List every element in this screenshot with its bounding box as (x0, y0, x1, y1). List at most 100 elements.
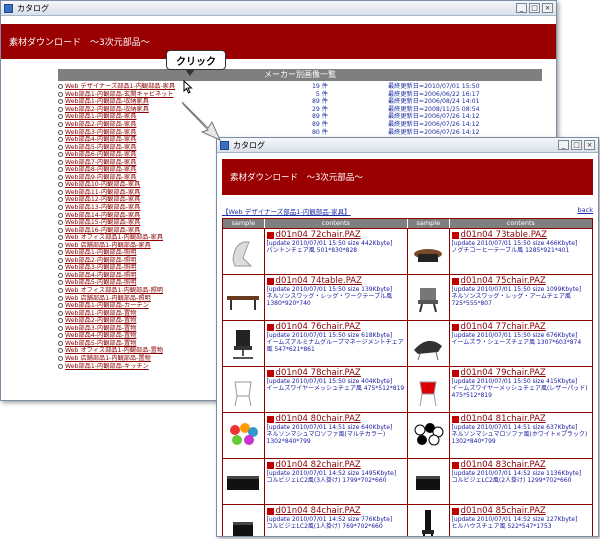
product-name[interactable]: d01n04 85chair.PAZ (461, 506, 546, 516)
radio-icon[interactable] (58, 106, 63, 112)
maker-label[interactable]: Web部品11-内観部品-家具 (65, 189, 140, 196)
maker-link[interactable]: Web部品3-内観部品-置物 (58, 325, 228, 332)
maker-label[interactable]: Web部品1-内観部品-カーテン (65, 302, 149, 309)
product-image[interactable] (408, 416, 448, 456)
maker-link[interactable]: Web部品11-内観部品-家具 (58, 189, 228, 196)
maker-label[interactable]: Web部品1-内観部品-照明 (65, 249, 136, 256)
radio-icon[interactable] (58, 152, 63, 158)
radio-icon[interactable] (58, 348, 63, 354)
maker-label[interactable]: Web部品3-内観部品-照明 (65, 264, 136, 271)
product-thumbnail[interactable] (408, 505, 450, 538)
product-name[interactable]: d01n04 79chair.PAZ (461, 368, 546, 378)
maker-label[interactable]: Web オフィス部品1-内観部品-照明 (65, 287, 163, 294)
product-image[interactable] (408, 232, 448, 272)
maker-label[interactable]: Web部品4-内観部品-照明 (65, 272, 136, 279)
product-link[interactable]: d01n04 80chair.PAZ (266, 414, 405, 424)
maker-label[interactable]: Web部品7-内観部品-家具 (65, 159, 136, 166)
radio-icon[interactable] (58, 272, 63, 278)
radio-icon[interactable] (58, 235, 63, 241)
product-image[interactable] (408, 462, 448, 502)
product-link[interactable]: d01n04 73table.PAZ (451, 230, 590, 240)
product-image[interactable] (223, 324, 263, 364)
product-name[interactable]: d01n04 80chair.PAZ (276, 414, 361, 424)
product-name[interactable]: d01n04 74table.PAZ (276, 276, 362, 286)
maker-link[interactable]: Web部品8-内観部品-家具 (58, 166, 228, 173)
product-name[interactable]: d01n04 75chair.PAZ (461, 276, 546, 286)
maker-link[interactable]: Web 店舗部品1-内観部品-照明 (58, 295, 228, 302)
product-link[interactable]: d01n04 82chair.PAZ (266, 460, 405, 470)
maker-label[interactable]: Web 店舗部品1-内観部品-家具 (65, 242, 151, 249)
maker-label[interactable]: Web部品3-内観部品-置物 (65, 325, 136, 332)
radio-icon[interactable] (58, 303, 63, 309)
product-image[interactable] (223, 462, 263, 502)
radio-icon[interactable] (58, 189, 63, 195)
maker-link[interactable]: Web部品16-内観部品-家具 (58, 227, 228, 234)
maker-label[interactable]: Web デザイナーズ部品1-内観部品-家具 (65, 83, 175, 90)
product-thumbnail[interactable] (408, 275, 450, 320)
maker-label[interactable]: Web部品3-内観部品-家具 (65, 129, 136, 136)
maker-label[interactable]: Web部品9-内観部品-家具 (65, 174, 136, 181)
maker-link[interactable]: Web部品5-内観部品-置物 (58, 340, 228, 347)
maker-link[interactable]: Web部品1-内観部品-照明 (58, 249, 228, 256)
product-image[interactable] (223, 278, 263, 318)
maker-label[interactable]: Web部品2-内観部品-収納家具 (65, 106, 149, 113)
maker-label[interactable]: Web部品4-内観部品-置物 (65, 332, 136, 339)
radio-icon[interactable] (58, 99, 63, 105)
minimize-icon[interactable]: _ (558, 140, 569, 150)
maker-link[interactable]: Web部品12-内観部品-家具 (58, 196, 228, 203)
maker-link[interactable]: Web部品1-内観部品-置物 (58, 310, 228, 317)
maker-label[interactable]: Web部品2-内観部品-照明 (65, 257, 136, 264)
product-image[interactable] (408, 370, 448, 410)
radio-icon[interactable] (58, 114, 63, 120)
product-thumbnail[interactable] (223, 367, 265, 412)
product-link[interactable]: d01n04 74table.PAZ (266, 276, 405, 286)
product-image[interactable] (223, 416, 263, 456)
radio-icon[interactable] (58, 257, 63, 263)
radio-icon[interactable] (58, 295, 63, 301)
maker-label[interactable]: Web部品1-内観部品-キッチン (65, 363, 149, 370)
maker-label[interactable]: Web部品5-内観部品-置物 (65, 340, 136, 347)
product-image[interactable] (408, 324, 448, 364)
product-thumbnail[interactable] (223, 505, 265, 538)
back-link[interactable]: back (578, 206, 593, 216)
maker-label[interactable]: Web 店舗部品1-内観部品-置物 (65, 355, 151, 362)
maker-link[interactable]: Web部品14-内観部品-家具 (58, 212, 228, 219)
maker-label[interactable]: Web部品10-内観部品-家具 (65, 181, 140, 188)
radio-icon[interactable] (58, 288, 63, 294)
product-thumbnail[interactable] (408, 367, 450, 412)
product-link[interactable]: d01n04 77chair.PAZ (451, 322, 590, 332)
maker-link[interactable]: Web部品2-内観部品-置物 (58, 317, 228, 324)
maker-link[interactable]: Web部品9-内観部品-家具 (58, 174, 228, 181)
product-link[interactable]: d01n04 84chair.PAZ (266, 506, 405, 516)
maker-link[interactable]: Web部品1-内観部品-キッチン (58, 363, 228, 370)
product-thumbnail[interactable] (223, 229, 265, 274)
product-image[interactable] (408, 508, 448, 538)
maker-link[interactable]: Web部品15-内観部品-家具 (58, 219, 228, 226)
product-image[interactable] (223, 370, 263, 410)
radio-icon[interactable] (58, 318, 63, 324)
radio-icon[interactable] (58, 144, 63, 150)
window-titlebar[interactable]: カタログ _ □ × (217, 138, 598, 153)
maker-link[interactable]: Web 店舗部品1-内観部品-家具 (58, 242, 228, 249)
radio-icon[interactable] (58, 250, 63, 256)
product-name[interactable]: d01n04 84chair.PAZ (276, 506, 361, 516)
maker-link[interactable]: Web部品5-内観部品-照明 (58, 279, 228, 286)
radio-icon[interactable] (58, 174, 63, 180)
maker-label[interactable]: Web部品12-内観部品-家具 (65, 196, 140, 203)
product-thumbnail[interactable] (408, 229, 450, 274)
radio-icon[interactable] (58, 310, 63, 316)
product-thumbnail[interactable] (223, 321, 265, 366)
product-image[interactable] (408, 278, 448, 318)
maker-link[interactable]: Web部品4-内観部品-置物 (58, 332, 228, 339)
product-thumbnail[interactable] (223, 459, 265, 504)
window-titlebar[interactable]: カタログ _ □ × (1, 1, 556, 16)
radio-icon[interactable] (58, 122, 63, 127)
product-link[interactable]: d01n04 79chair.PAZ (451, 368, 590, 378)
radio-icon[interactable] (58, 280, 63, 286)
maker-label[interactable]: Web部品5-内観部品-家具 (65, 144, 136, 151)
product-image[interactable] (223, 508, 263, 538)
maker-link[interactable]: Web デザイナーズ部品1-内観部品-家具 (58, 83, 228, 90)
maker-link[interactable]: Web オフィス部品1-内観部品-照明 (58, 287, 228, 294)
maker-link[interactable]: Web部品3-内観部品-照明 (58, 264, 228, 271)
product-link[interactable]: d01n04 76chair.PAZ (266, 322, 405, 332)
